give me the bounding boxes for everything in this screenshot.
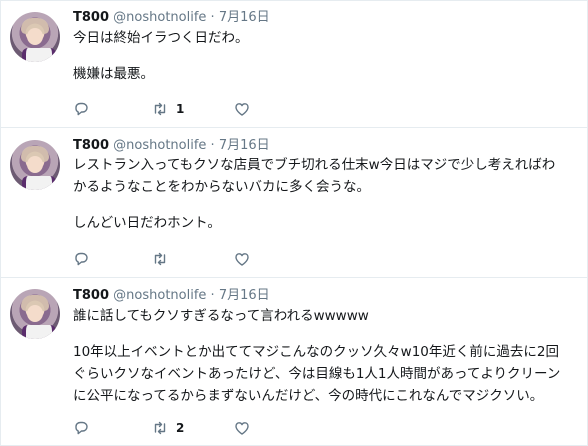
separator: ·	[210, 10, 215, 25]
tweet-header: T800 @noshotnolife · 7月16日	[73, 288, 270, 304]
tweet[interactable]: T800 @noshotnolife · 7月16日 今日は終始イラつく日だわ。…	[1, 1, 587, 127]
heart-icon	[235, 253, 249, 266]
tweet-header: T800 @noshotnolife · 7月16日	[73, 10, 270, 26]
tweet-date[interactable]: 7月16日	[219, 288, 270, 303]
heart-icon	[235, 422, 249, 435]
separator: ·	[210, 138, 215, 153]
user-handle[interactable]: @noshotnolife	[113, 288, 206, 303]
retweet-button[interactable]: 2	[152, 419, 184, 437]
display-name[interactable]: T800	[73, 10, 109, 25]
avatar[interactable]	[10, 140, 60, 190]
timeline: T800 @noshotnolife · 7月16日 今日は終始イラつく日だわ。…	[0, 0, 588, 446]
reply-icon	[75, 102, 88, 116]
tweet[interactable]: T800 @noshotnolife · 7月16日 誰に話してもクソすぎるなっ…	[1, 277, 587, 445]
retweet-button[interactable]: 1	[152, 100, 184, 118]
retweet-count: 1	[176, 102, 185, 116]
like-button[interactable]	[234, 100, 250, 118]
display-name[interactable]: T800	[73, 138, 109, 153]
separator: ·	[210, 288, 215, 303]
reply-button[interactable]	[73, 250, 89, 268]
user-handle[interactable]: @noshotnolife	[113, 10, 206, 25]
tweet-paragraph: 今日は終始イラつく日だわ。	[73, 30, 249, 46]
retweet-button[interactable]	[152, 250, 168, 268]
tweet-header: T800 @noshotnolife · 7月16日	[73, 138, 270, 154]
avatar[interactable]	[10, 12, 60, 62]
tweet-text: レストラン入ってもクソな店員でブチ切れる仕末w今日はマジで少し考えればわ かるよ…	[73, 154, 579, 234]
retweet-icon	[154, 102, 166, 116]
tweet-paragraph: 10年以上イベントとか出ててマジこんなのクッソ久々w10年近く前に過去に2回 ぐ…	[73, 344, 561, 404]
retweet-icon	[154, 421, 166, 435]
like-button[interactable]	[234, 419, 250, 437]
tweet[interactable]: T800 @noshotnolife · 7月16日 レストラン入ってもクソな店…	[1, 127, 587, 278]
tweet-text: 誰に話してもクソすぎるなって言われるwwwww 10年以上イベントとか出ててマジ…	[73, 305, 579, 407]
tweet-paragraph: 機嫌は最悪。	[73, 66, 154, 82]
tweet-date[interactable]: 7月16日	[219, 138, 270, 153]
heart-icon	[235, 103, 249, 116]
reply-button[interactable]	[73, 100, 89, 118]
tweet-paragraph: 誰に話してもクソすぎるなって言われるwwwww	[73, 308, 369, 324]
tweet-paragraph: レストラン入ってもクソな店員でブチ切れる仕末w今日はマジで少し考えればわ かるよ…	[73, 157, 556, 195]
reply-button[interactable]	[73, 419, 89, 437]
tweet-date[interactable]: 7月16日	[219, 10, 270, 25]
avatar[interactable]	[10, 289, 60, 339]
reply-icon	[75, 252, 88, 266]
like-button[interactable]	[234, 250, 250, 268]
tweet-text: 今日は終始イラつく日だわ。 機嫌は最悪。	[73, 27, 579, 85]
user-handle[interactable]: @noshotnolife	[113, 138, 206, 153]
tweet-paragraph: しんどい日だわホント。	[73, 215, 221, 231]
reply-icon	[75, 421, 88, 435]
retweet-icon	[154, 252, 166, 266]
retweet-count: 2	[176, 421, 185, 435]
display-name[interactable]: T800	[73, 288, 109, 303]
